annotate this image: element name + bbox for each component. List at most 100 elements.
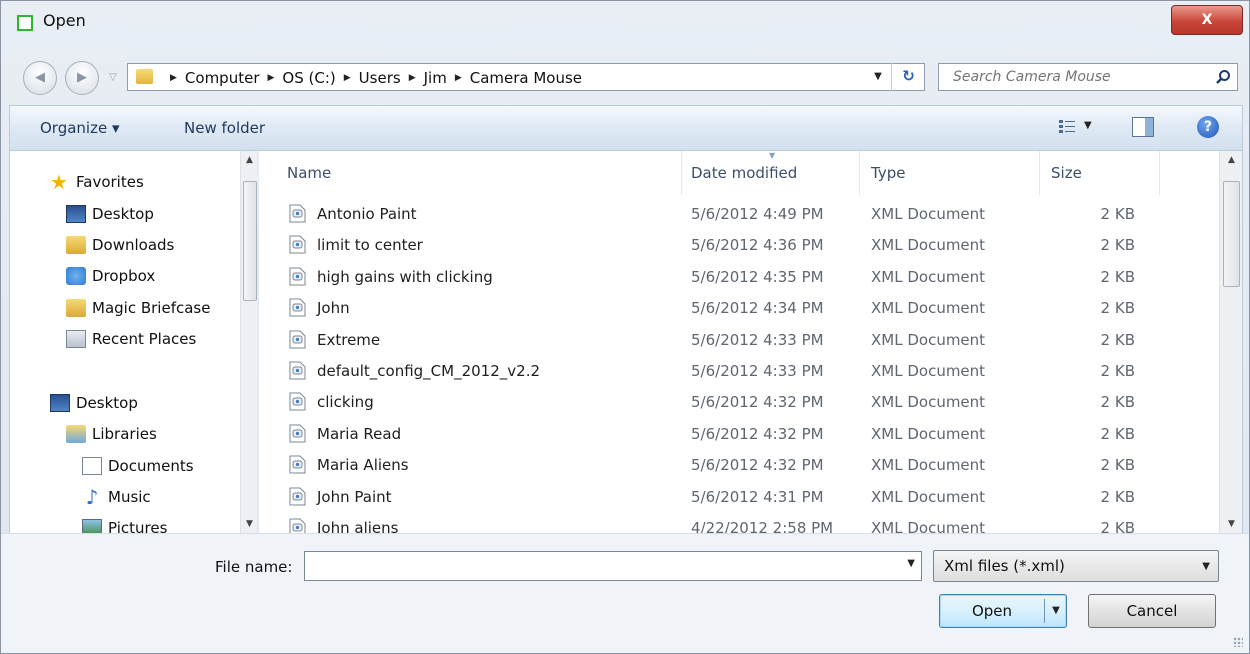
file-row[interactable]: default_config_CM_2012_v2.2 5/6/2012 4:33… <box>259 356 1219 387</box>
title-bar: Open X <box>1 1 1249 49</box>
open-options-dropdown-icon[interactable]: ▼ <box>1048 595 1064 627</box>
breadcrumb-item-computer[interactable]: Computer <box>185 69 260 87</box>
nav-item-magic-briefcase[interactable]: Magic Briefcase <box>66 295 210 321</box>
column-divider[interactable] <box>1039 151 1040 195</box>
file-row[interactable]: Maria Aliens 5/6/2012 4:32 PM XML Document… <box>259 450 1219 481</box>
file-row[interactable]: limit to center 5/6/2012 4:36 PM XML Docum… <box>259 230 1219 261</box>
window-title: Open <box>43 11 86 30</box>
nav-item-dropbox[interactable]: Dropbox <box>66 263 155 289</box>
file-size: 2 KB <box>1100 205 1135 223</box>
file-list-scrollbar[interactable]: ▲ ▼ <box>1219 151 1242 533</box>
file-date-modified: 5/6/2012 4:33 PM <box>691 330 824 349</box>
breadcrumb-separator-icon[interactable]: ▶ <box>344 73 351 83</box>
nav-scroll-thumb[interactable] <box>243 181 257 301</box>
file-row[interactable]: John aliens 4/22/2012 2:58 PM XML Document… <box>259 513 1219 533</box>
change-view-icon[interactable] <box>1058 118 1076 136</box>
address-dropdown-icon[interactable]: ▼ <box>869 67 887 87</box>
nav-item-pictures[interactable]: Pictures <box>82 515 167 533</box>
scroll-up-icon[interactable]: ▲ <box>241 151 257 169</box>
breadcrumb-item-camera-mouse[interactable]: Camera Mouse <box>470 69 582 87</box>
nav-desktop[interactable]: Desktop <box>50 390 138 416</box>
breadcrumb-item-jim[interactable]: Jim <box>424 69 447 87</box>
open-button[interactable]: Open ▼ <box>939 594 1067 628</box>
cancel-button[interactable]: Cancel <box>1088 594 1216 628</box>
column-divider[interactable] <box>859 151 860 195</box>
file-name-input[interactable] <box>311 556 881 576</box>
nav-item-downloads[interactable]: Downloads <box>66 232 174 258</box>
file-name: clicking <box>317 393 374 412</box>
nav-item-desktop[interactable]: Desktop <box>66 201 154 227</box>
view-options-dropdown-icon[interactable]: ▼ <box>1084 120 1092 131</box>
file-row[interactable]: John Paint 5/6/2012 4:31 PM XML Document 2 … <box>259 482 1219 513</box>
file-name: John Paint <box>317 487 392 506</box>
scroll-up-icon[interactable]: ▲ <box>1220 151 1242 169</box>
nav-item-music[interactable]: ♪ Music <box>82 484 151 510</box>
address-bar[interactable]: ▶ Computer ▶ OS (C:) ▶ Users ▶ Jim ▶ Cam… <box>127 63 925 91</box>
breadcrumb-separator-icon[interactable]: ▶ <box>268 73 275 83</box>
file-row[interactable]: high gains with clicking 5/6/2012 4:35 PM… <box>259 262 1219 293</box>
refresh-button[interactable]: ↻ <box>891 63 925 91</box>
search-input[interactable] <box>953 67 1203 87</box>
xml-file-icon <box>289 518 306 533</box>
nav-item-documents[interactable]: Documents <box>82 453 194 479</box>
file-type-filter-select[interactable]: Xml files (*.xml) ▼ <box>933 550 1219 582</box>
file-row[interactable]: Antonio Paint 5/6/2012 4:49 PM XML Documen… <box>259 199 1219 230</box>
file-size: 2 KB <box>1100 330 1135 349</box>
file-size: 2 KB <box>1100 267 1135 286</box>
file-date-modified: 5/6/2012 4:36 PM <box>691 236 824 255</box>
column-header-size[interactable]: Size <box>1051 151 1082 195</box>
search-icon[interactable] <box>1215 69 1231 85</box>
breadcrumb-item-users[interactable]: Users <box>359 69 401 87</box>
nav-scrollbar[interactable]: ▲ ▼ <box>240 151 257 533</box>
breadcrumb-separator-icon[interactable]: ▶ <box>409 73 416 83</box>
file-date-modified: 5/6/2012 4:33 PM <box>691 362 824 380</box>
column-header-date-modified[interactable]: Date modified <box>691 151 797 195</box>
column-header-type[interactable]: Type <box>871 151 905 195</box>
xml-file-icon <box>289 487 306 506</box>
scroll-down-icon[interactable]: ▼ <box>241 515 257 533</box>
file-size: 2 KB <box>1100 236 1135 255</box>
file-date-modified: 5/6/2012 4:49 PM <box>691 205 824 223</box>
breadcrumb-separator-icon[interactable]: ▶ <box>455 73 462 83</box>
breadcrumb-item-os-c[interactable]: OS (C:) <box>282 69 335 87</box>
app-icon <box>17 15 33 31</box>
nav-item-libraries[interactable]: Libraries <box>66 421 157 447</box>
file-name-combobox[interactable]: ▼ <box>304 551 922 581</box>
file-scroll-thumb[interactable] <box>1223 181 1240 287</box>
file-date-modified: 5/6/2012 4:31 PM <box>691 487 824 506</box>
preview-pane-icon[interactable] <box>1132 117 1154 137</box>
search-box[interactable] <box>938 63 1238 91</box>
help-icon[interactable]: ? <box>1197 116 1219 138</box>
file-size: 2 KB <box>1100 424 1135 443</box>
file-row[interactable]: clicking 5/6/2012 4:32 PM XML Document 2 KB <box>259 387 1219 418</box>
column-divider[interactable] <box>681 151 682 195</box>
back-button[interactable]: ◀ <box>23 61 57 95</box>
breadcrumb-separator-icon[interactable]: ▶ <box>170 73 177 83</box>
file-row[interactable]: John 5/6/2012 4:34 PM XML Document 2 KB <box>259 293 1219 324</box>
column-divider[interactable] <box>1159 151 1160 195</box>
file-name: high gains with clicking <box>317 267 493 286</box>
file-date-modified: 4/22/2012 2:58 PM <box>691 519 834 533</box>
file-name: default_config_CM_2012_v2.2 <box>317 362 541 380</box>
file-row[interactable]: Extreme 5/6/2012 4:33 PM XML Document 2 KB <box>259 325 1219 356</box>
close-button[interactable]: X <box>1171 5 1243 35</box>
file-name-dropdown-icon[interactable]: ▼ <box>907 558 915 569</box>
music-icon: ♪ <box>85 485 99 509</box>
organize-button[interactable]: Organize ▾ <box>40 119 120 137</box>
file-row[interactable]: Maria Read 5/6/2012 4:32 PM XML Document 2 … <box>259 419 1219 450</box>
column-header-name[interactable]: Name <box>287 151 331 195</box>
folder-icon <box>136 69 153 84</box>
file-name: Maria Read <box>317 424 402 443</box>
folder-icon <box>66 299 86 317</box>
nav-item-recent-places[interactable]: Recent Places <box>66 326 196 352</box>
scroll-down-icon[interactable]: ▼ <box>1220 515 1242 533</box>
new-folder-button[interactable]: New folder <box>184 119 265 137</box>
nav-favorites[interactable]: ★ Favorites <box>50 169 144 195</box>
recent-pages-dropdown-icon[interactable]: ▽ <box>107 71 119 85</box>
xml-file-icon <box>289 267 306 286</box>
resize-grip-icon[interactable] <box>1233 637 1243 647</box>
file-type: XML Document <box>871 299 986 318</box>
nav-label: Magic Briefcase <box>92 299 211 317</box>
file-size: 2 KB <box>1100 393 1135 412</box>
forward-button[interactable]: ▶ <box>65 61 99 95</box>
